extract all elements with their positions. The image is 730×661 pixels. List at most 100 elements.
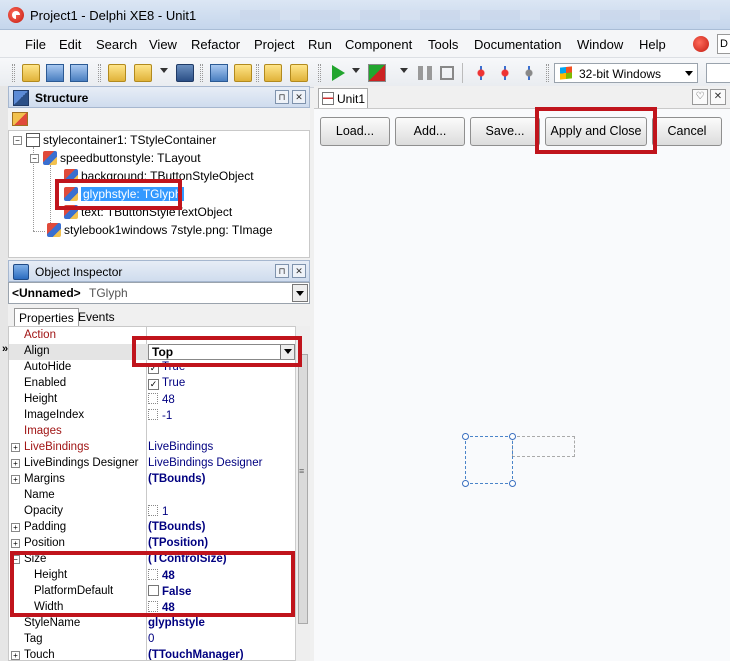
- property-row-height[interactable]: Height 48: [9, 392, 297, 408]
- resize-handle-top-left[interactable]: [462, 433, 469, 440]
- run-without-debugging-dropdown-icon[interactable]: [400, 68, 408, 73]
- tab-properties[interactable]: Properties: [14, 308, 79, 326]
- tab-unit1[interactable]: Unit1: [318, 88, 368, 108]
- expand-icon[interactable]: +: [11, 459, 20, 468]
- collapse-icon[interactable]: −: [13, 136, 22, 145]
- desktop-combo-edge[interactable]: D: [717, 34, 730, 54]
- property-value[interactable]: 1: [148, 505, 168, 518]
- property-row-imageindex[interactable]: ImageIndex -1: [9, 408, 297, 424]
- trace-into-icon[interactable]: [472, 64, 490, 82]
- property-row-margins[interactable]: + Margins (TBounds): [9, 472, 297, 488]
- view-form-icon[interactable]: [234, 64, 252, 82]
- open-file-icon[interactable]: [134, 64, 152, 82]
- property-row-position[interactable]: + Position (TPosition): [9, 536, 297, 552]
- open-project-icon[interactable]: [46, 64, 64, 82]
- remove-from-project-icon[interactable]: [290, 64, 308, 82]
- run-icon[interactable]: [332, 65, 345, 81]
- property-value[interactable]: (TTouchManager): [148, 649, 244, 660]
- view-unit-icon[interactable]: [210, 64, 228, 82]
- menu-run[interactable]: Run: [308, 37, 332, 52]
- tree-node-speedbuttonstyle[interactable]: − speedbuttonstyle: TLayout: [30, 151, 201, 167]
- property-row-opacity[interactable]: Opacity 1: [9, 504, 297, 520]
- object-selector[interactable]: <Unnamed> TGlyph: [8, 282, 310, 304]
- property-value[interactable]: -1: [148, 409, 172, 422]
- property-row-livebindings[interactable]: + LiveBindings LiveBindings: [9, 440, 297, 456]
- step-over-icon[interactable]: [496, 64, 514, 82]
- toolbar-grip[interactable]: [12, 64, 15, 82]
- scrollbar-thumb[interactable]: [298, 354, 308, 624]
- expand-icon[interactable]: +: [11, 651, 20, 660]
- tree-node-stylecontainer[interactable]: − stylecontainer1: TStyleContainer: [13, 133, 216, 149]
- property-value[interactable]: LiveBindings: [148, 441, 213, 453]
- program-reset-icon[interactable]: [440, 66, 454, 80]
- save-button[interactable]: Save...: [470, 117, 540, 146]
- property-row-name[interactable]: Name: [9, 488, 297, 504]
- open-dropdown-icon[interactable]: [160, 68, 168, 73]
- structure-toolbar-icon[interactable]: [12, 112, 28, 126]
- property-value[interactable]: 48: [148, 393, 175, 406]
- property-row-tag[interactable]: Tag 0: [9, 632, 297, 648]
- toolbar-grip[interactable]: [256, 64, 259, 82]
- expand-icon[interactable]: +: [11, 475, 20, 484]
- expand-icon[interactable]: +: [11, 443, 20, 452]
- property-row-enabled[interactable]: Enabled ✓ True: [9, 376, 297, 392]
- resize-handle-bottom-left[interactable]: [462, 480, 469, 487]
- expand-icon[interactable]: +: [11, 523, 20, 532]
- pin-icon[interactable]: ⊓: [275, 90, 289, 104]
- toolbar-grip[interactable]: [200, 64, 203, 82]
- property-value[interactable]: LiveBindings Designer: [148, 457, 262, 469]
- resize-handle-top-right[interactable]: [509, 433, 516, 440]
- property-value[interactable]: (TPosition): [148, 537, 208, 549]
- tab-list-icon[interactable]: ♡: [692, 89, 708, 105]
- property-row-padding[interactable]: + Padding (TBounds): [9, 520, 297, 536]
- chevron-down-icon[interactable]: [292, 284, 308, 302]
- pause-icon[interactable]: [418, 66, 432, 80]
- glyph-selection[interactable]: [465, 436, 513, 484]
- menu-refactor[interactable]: Refactor: [191, 37, 240, 52]
- new-items-icon[interactable]: [22, 64, 40, 82]
- property-value[interactable]: ✓ True: [148, 377, 185, 390]
- embarcadero-logo-icon[interactable]: [693, 36, 709, 52]
- menu-help[interactable]: Help: [639, 37, 666, 52]
- tab-events[interactable]: Events: [74, 308, 119, 326]
- menu-file[interactable]: File: [25, 37, 46, 52]
- property-value[interactable]: glyphstyle: [148, 617, 205, 629]
- toolbar-grip[interactable]: [98, 64, 101, 82]
- collapse-icon[interactable]: −: [30, 154, 39, 163]
- property-row-touch[interactable]: + Touch (TTouchManager): [9, 648, 297, 660]
- add-button[interactable]: Add...: [395, 117, 465, 146]
- menu-documentation[interactable]: Documentation: [474, 37, 561, 52]
- resize-handle-bottom-right[interactable]: [509, 480, 516, 487]
- save-icon[interactable]: [176, 64, 194, 82]
- property-grid-scrollbar[interactable]: ≡: [295, 326, 310, 661]
- menu-component[interactable]: Component: [345, 37, 412, 52]
- property-value[interactable]: (TBounds): [148, 521, 205, 533]
- style-designer[interactable]: Load... Add... Save... Apply and Close C…: [314, 108, 730, 661]
- close-icon[interactable]: ✕: [292, 90, 306, 104]
- run-without-debugging-icon[interactable]: [368, 64, 386, 82]
- add-to-project-icon[interactable]: [264, 64, 282, 82]
- cancel-button[interactable]: Cancel: [652, 117, 722, 146]
- property-value[interactable]: 0: [148, 633, 154, 645]
- menu-tools[interactable]: Tools: [428, 37, 458, 52]
- run-dropdown-icon[interactable]: [352, 68, 360, 73]
- property-row-livebindings-designer[interactable]: + LiveBindings Designer LiveBindings Des…: [9, 456, 297, 472]
- load-button[interactable]: Load...: [320, 117, 390, 146]
- target-platform-select[interactable]: 32-bit Windows: [554, 63, 698, 83]
- toolbar-grip[interactable]: [318, 64, 321, 82]
- checkbox-checked-icon[interactable]: ✓: [148, 379, 159, 390]
- close-tab-icon[interactable]: ✕: [710, 89, 726, 105]
- menu-edit[interactable]: Edit: [59, 37, 81, 52]
- menu-window[interactable]: Window: [577, 37, 623, 52]
- pin-icon[interactable]: ⊓: [275, 264, 289, 278]
- menu-project[interactable]: Project: [254, 37, 294, 52]
- property-value[interactable]: (TBounds): [148, 473, 205, 485]
- new-file-icon[interactable]: [108, 64, 126, 82]
- close-icon[interactable]: ✕: [292, 264, 306, 278]
- expand-icon[interactable]: +: [11, 539, 20, 548]
- menu-search[interactable]: Search: [96, 37, 137, 52]
- menu-view[interactable]: View: [149, 37, 177, 52]
- toolbar-grip[interactable]: [546, 64, 549, 82]
- run-to-cursor-icon[interactable]: [520, 64, 538, 82]
- build-configuration-select[interactable]: [706, 63, 730, 83]
